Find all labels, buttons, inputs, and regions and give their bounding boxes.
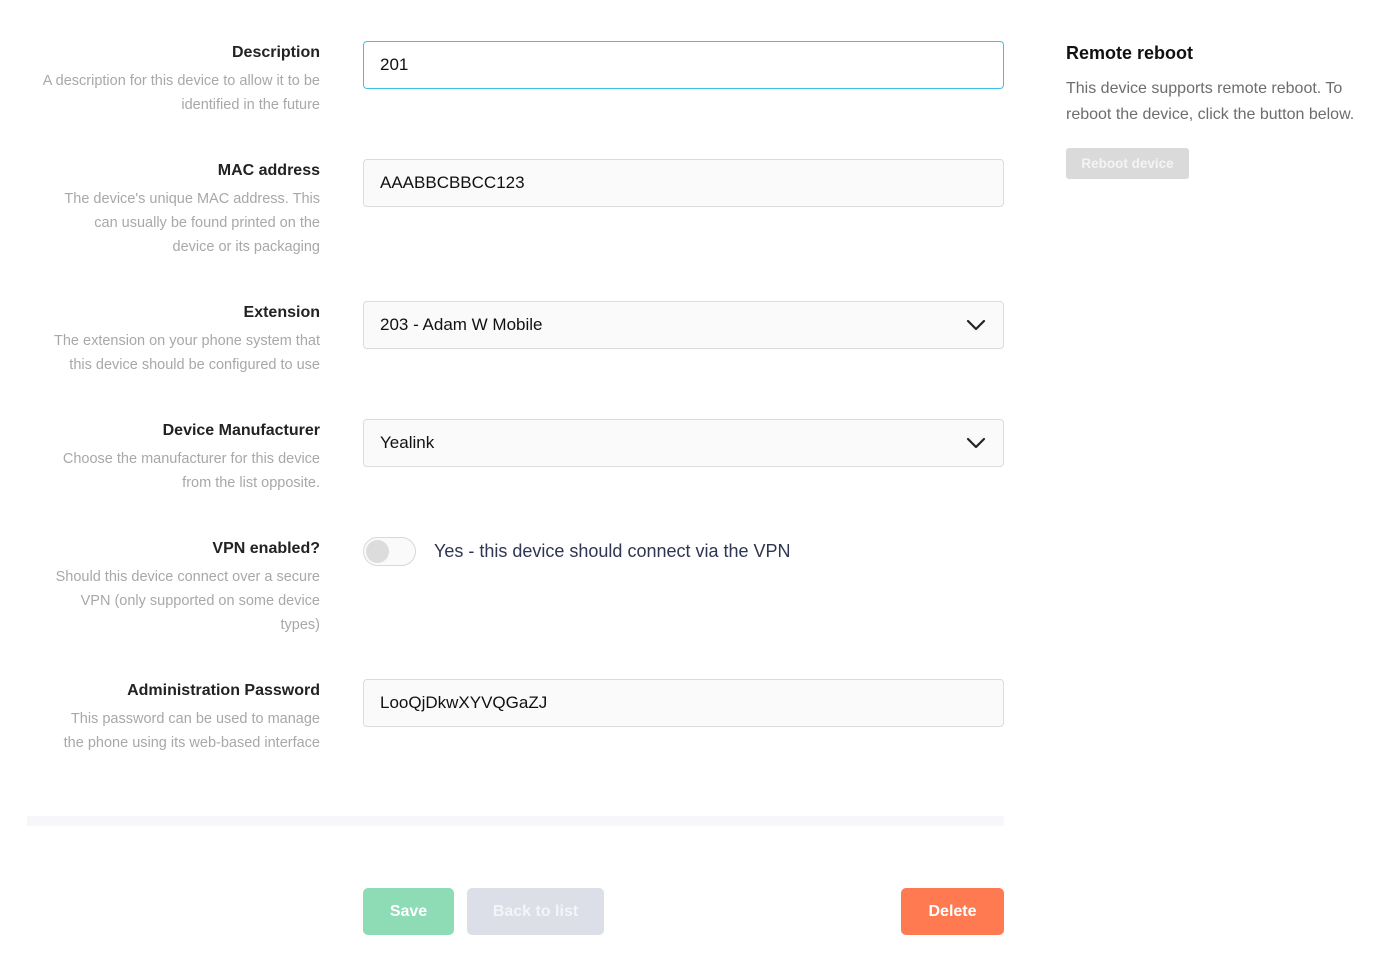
description-label: Description	[231, 44, 320, 61]
delete-button[interactable]: Delete	[901, 888, 1004, 935]
description-help: A description for this device to allow i…	[42, 73, 320, 113]
description-input[interactable]	[380, 55, 987, 75]
manufacturer-selected: Yealink	[380, 433, 435, 452]
vpn-label-group: VPN enabled? Should this device connect …	[30, 539, 320, 637]
mac-input[interactable]	[380, 173, 987, 193]
extension-label-group: Extension The extension on your phone sy…	[30, 303, 320, 377]
description-label-group: Description A description for this devic…	[30, 43, 320, 117]
manufacturer-select[interactable]: Yealink	[363, 419, 1004, 467]
remote-reboot-text: This device supports remote reboot. To r…	[1066, 80, 1355, 123]
vpn-help: Should this device connect over a secure…	[55, 569, 320, 633]
remote-reboot-title: Remote reboot	[1066, 43, 1194, 63]
extension-selected: 203 - Adam W Mobile	[380, 315, 543, 334]
extension-help: The extension on your phone system that …	[54, 333, 320, 373]
toggle-knob	[366, 540, 389, 563]
extension-label: Extension	[243, 304, 320, 321]
vpn-toggle-label[interactable]: Yes - this device should connect via the…	[434, 541, 791, 562]
manufacturer-label: Device Manufacturer	[162, 422, 320, 439]
mac-help: The device's unique MAC address. This ca…	[64, 191, 320, 255]
password-label-group: Administration Password This password ca…	[30, 681, 320, 755]
description-field[interactable]	[363, 41, 1004, 89]
password-input[interactable]	[380, 693, 987, 713]
mac-label: MAC address	[217, 162, 320, 179]
chevron-down-icon	[965, 432, 987, 454]
reboot-device-button[interactable]: Reboot device	[1066, 148, 1189, 179]
password-label: Administration Password	[127, 682, 320, 699]
vpn-toggle-group: Yes - this device should connect via the…	[363, 537, 791, 566]
vpn-toggle[interactable]	[363, 537, 416, 566]
back-to-list-button[interactable]: Back to list	[467, 888, 604, 935]
remote-reboot-panel: Remote reboot This device supports remot…	[1066, 40, 1386, 179]
vpn-label: VPN enabled?	[212, 540, 320, 557]
mac-label-group: MAC address The device's unique MAC addr…	[30, 161, 320, 259]
extension-select[interactable]: 203 - Adam W Mobile	[363, 301, 1004, 349]
mac-field[interactable]	[363, 159, 1004, 207]
divider	[27, 816, 1004, 826]
save-button[interactable]: Save	[363, 888, 454, 935]
password-field[interactable]	[363, 679, 1004, 727]
manufacturer-label-group: Device Manufacturer Choose the manufactu…	[30, 421, 320, 495]
chevron-down-icon	[965, 314, 987, 336]
manufacturer-help: Choose the manufacturer for this device …	[62, 451, 320, 491]
password-help: This password can be used to manage the …	[63, 711, 320, 751]
